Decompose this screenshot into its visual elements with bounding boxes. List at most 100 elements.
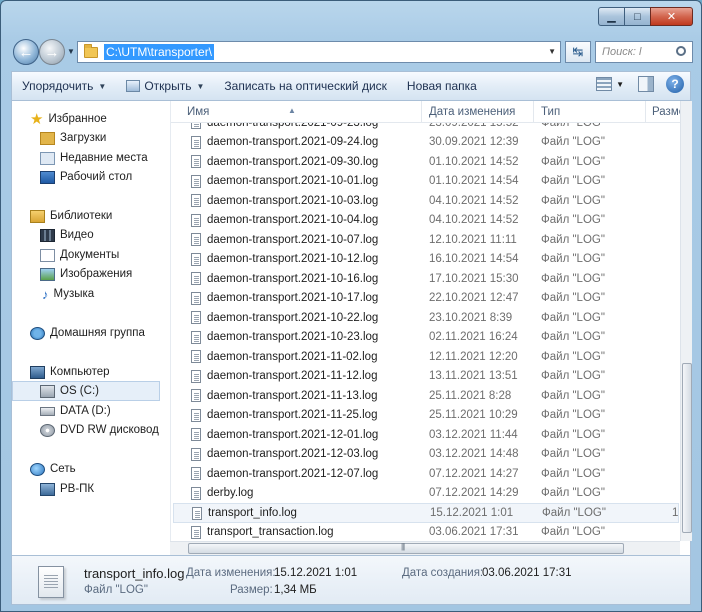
file-date: 12.10.2021 11:11 [429,233,517,246]
file-row[interactable]: daemon-transport.2021-09-30.log 01.10.202… [173,152,679,172]
file-type: Файл "LOG" [541,389,605,402]
content-area: ★ Избранное Загрузки Недавние места Рабоч… [11,101,692,555]
file-row[interactable]: daemon-transport.2021-10-23.log 02.11.202… [173,328,679,348]
view-options-icon[interactable] [596,77,613,91]
preview-pane-icon[interactable] [638,76,654,92]
address-input[interactable]: C:\UTM\transporter\ [104,44,215,60]
file-row[interactable]: daemon-transport.2021-10-03.log 04.10.202… [173,191,679,211]
details-size-label: Размер: [230,584,273,596]
address-bar[interactable]: C:\UTM\transporter\ ▼ [77,41,561,63]
file-type: Файл "LOG" [541,253,605,266]
nav-label: Библиотеки [50,210,113,222]
close-button[interactable]: ✕ [650,7,693,26]
recent-pages-dropdown[interactable]: ▼ [67,47,75,56]
file-name: daemon-transport.2021-10-17.log [207,292,379,305]
nav-desktop[interactable]: Рабочий стол [12,167,160,187]
file-type: Файл "LOG" [541,331,605,344]
file-row[interactable]: daemon-transport.2021-12-01.log 03.12.202… [173,425,679,445]
file-type: Файл "LOG" [541,272,605,285]
file-date: 01.10.2021 14:54 [429,175,519,188]
nav-network[interactable]: Сеть [12,459,160,479]
file-row[interactable]: daemon-transport.2021-11-25.log 25.11.202… [173,406,679,426]
navigation-bar: ← → ▼ C:\UTM\transporter\ ▼ ↹ Поиск: l [11,39,695,65]
nav-music[interactable]: ♪ Музыка [12,284,160,304]
nav-recent[interactable]: Недавние места [12,148,160,168]
file-row[interactable]: daemon-transport.2021-12-03.log 03.12.202… [173,445,679,465]
open-label: Открыть [144,79,192,93]
file-name: daemon-transport.2021-11-13.log [207,389,378,402]
file-date: 17.10.2021 15:30 [429,272,519,285]
nav-label: Загрузки [60,132,107,144]
nav-homegroup[interactable]: Домашняя группа [12,323,160,343]
nav-video[interactable]: Видео [12,225,160,245]
help-icon[interactable]: ? [666,75,684,93]
nav-downloads[interactable]: Загрузки [12,128,160,148]
arrow-left-icon: ← [18,43,34,61]
search-input[interactable]: Поиск: l [595,41,693,63]
file-row[interactable]: daemon-transport.2021-11-12.log 13.11.202… [173,367,679,387]
nav-pc[interactable]: РВ-ПК [12,479,160,499]
log-file-icon [191,525,201,539]
new-folder-button[interactable]: Новая папка [397,72,487,100]
column-header-type[interactable]: Тип [541,106,560,118]
log-file-icon [191,155,201,168]
nav-os-drive[interactable]: OS (C:) [12,381,160,401]
file-type: Файл "LOG" [541,428,605,441]
nav-data-drive[interactable]: DATA (D:) [12,401,160,421]
column-header-date[interactable]: Дата изменения [429,106,515,118]
nav-dvd-drive[interactable]: DVD RW дисковод ( [12,420,160,440]
refresh-icon: ↹ [572,44,584,59]
nav-images[interactable]: Изображения [12,264,160,284]
column-divider[interactable] [421,101,422,123]
file-row[interactable]: daemon-transport.2021-12-07.log 07.12.202… [173,464,679,484]
nav-label: Сеть [50,463,76,475]
vertical-scroll-thumb[interactable] [682,363,692,533]
column-divider[interactable] [645,101,646,123]
file-row[interactable]: transport_info.log 15.12.2021 1:01 Файл "L… [173,503,688,523]
log-file-icon [191,330,201,344]
chevron-down-icon[interactable]: ▼ [548,47,556,56]
file-name: daemon-transport.2021-11-12.log [207,370,378,383]
star-icon: ★ [30,111,44,128]
maximize-button[interactable]: □ [624,7,650,26]
column-divider[interactable] [533,101,534,123]
file-row[interactable]: daemon-transport.2021-10-01.log 01.10.202… [173,172,679,192]
file-row[interactable]: daemon-transport.2021-10-12.log 16.10.202… [173,250,679,270]
nav-label: DVD RW дисковод ( [60,424,160,436]
minimize-button[interactable]: ▁ [598,7,624,26]
open-button[interactable]: Открыть ▼ [116,72,214,100]
vertical-scrollbar[interactable] [680,101,692,541]
horizontal-scrollbar[interactable] [170,541,680,555]
column-header-name[interactable]: Имя [187,106,209,118]
file-type: Файл "LOG" [541,350,605,363]
file-row[interactable]: daemon-transport.2021-10-22.log 23.10.202… [173,308,679,328]
file-row[interactable]: daemon-transport.2021-10-17.log 22.10.202… [173,289,679,309]
organize-button[interactable]: Упорядочить ▼ [12,72,116,100]
file-type: Файл "LOG" [541,175,605,188]
file-row[interactable]: daemon-transport.2021-10-04.log 04.10.202… [173,211,679,231]
nav-libraries[interactable]: Библиотеки [12,206,160,226]
downloads-folder-icon [40,131,55,145]
chevron-down-icon[interactable]: ▼ [616,80,624,89]
open-icon [126,80,141,92]
nav-documents[interactable]: Документы [12,245,160,265]
file-row[interactable]: daemon-transport.2021-11-13.log 25.11.202… [173,386,679,406]
file-row[interactable]: transport_transaction.log 03.06.2021 17:3… [173,523,679,543]
refresh-button[interactable]: ↹ [565,41,591,63]
file-row[interactable]: daemon-transport.2021-09-24.log 30.09.202… [173,133,679,153]
horizontal-scroll-thumb[interactable] [188,542,624,554]
burn-button[interactable]: Записать на оптический диск [214,72,397,100]
file-row[interactable]: daemon-transport.2021-10-07.log 12.10.202… [173,230,679,250]
log-file-icon [191,194,201,207]
nav-favorites[interactable]: ★ Избранное [12,109,160,129]
nav-computer[interactable]: Компьютер [12,362,160,382]
file-name: daemon-transport.2021-10-04.log [207,214,379,227]
file-name: daemon-transport.2021-12-03.log [207,448,379,461]
forward-button[interactable]: → [39,39,65,65]
back-button[interactable]: ← [13,39,39,65]
chevron-down-icon: ▼ [196,81,205,91]
file-row[interactable]: daemon-transport.2021-10-16.log 17.10.202… [173,269,679,289]
file-row[interactable]: derby.log 07.12.2021 14:29 Файл "LOG" [173,484,679,504]
file-date: 25.11.2021 10:29 [429,409,518,422]
file-row[interactable]: daemon-transport.2021-11-02.log 12.11.202… [173,347,679,367]
